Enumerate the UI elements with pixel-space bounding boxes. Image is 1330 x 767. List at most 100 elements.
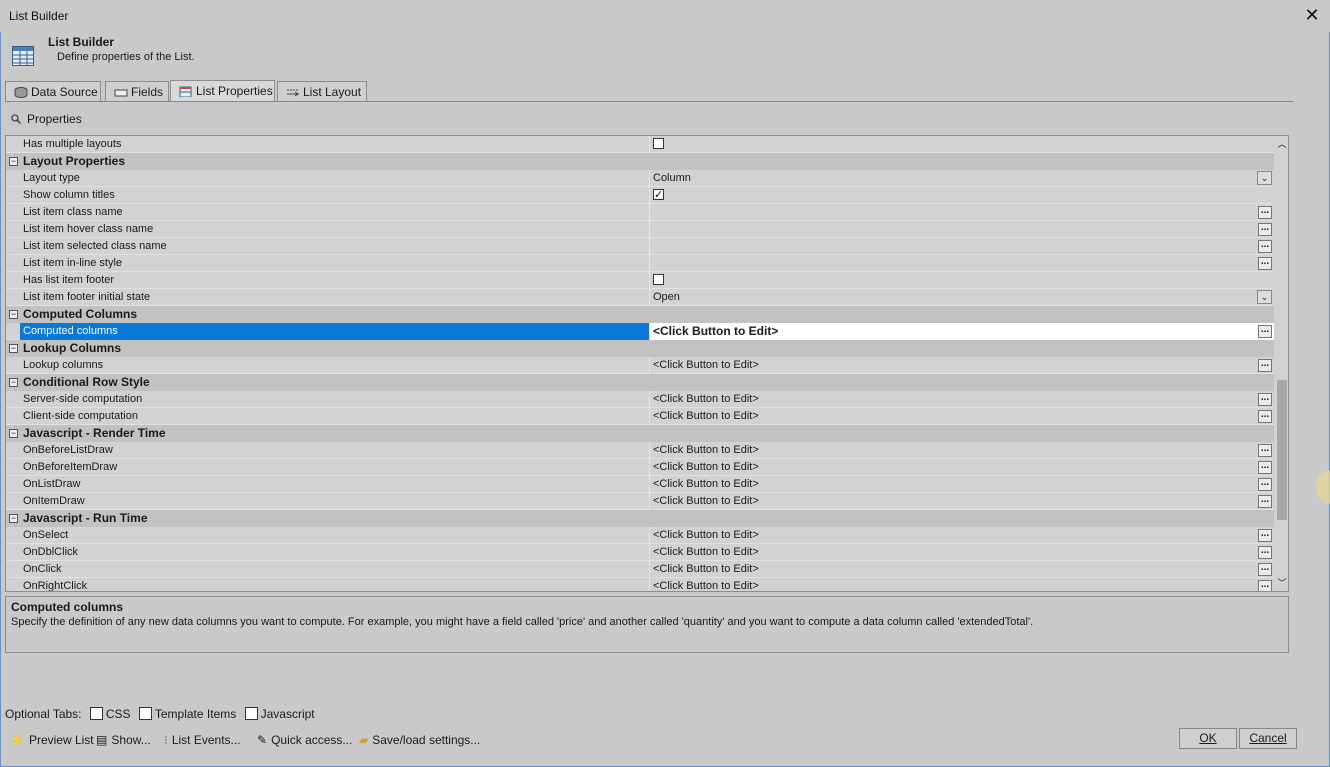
category-row[interactable]: − Conditional Row Style: [6, 374, 1274, 391]
cancel-button[interactable]: Cancel: [1239, 728, 1297, 749]
property-row[interactable]: Server-side computation <Click Button to …: [6, 391, 1274, 408]
property-row[interactable]: List item hover class name...: [6, 221, 1274, 238]
property-checkbox[interactable]: [653, 187, 664, 204]
property-value[interactable]: Column ⌄: [649, 170, 1274, 187]
list-events-button[interactable]: ⁝ List Events...: [164, 733, 241, 747]
property-value[interactable]: <Click Button to Edit>...: [649, 476, 1274, 493]
property-value[interactable]: [649, 187, 1274, 204]
tab-data-source[interactable]: Data Source: [5, 81, 101, 101]
ellipsis-button[interactable]: ...: [1258, 444, 1272, 457]
property-row[interactable]: OnListDraw <Click Button to Edit>...: [6, 476, 1274, 493]
property-value[interactable]: ...: [649, 255, 1274, 272]
collapse-icon[interactable]: −: [9, 157, 18, 166]
collapse-icon[interactable]: −: [9, 344, 18, 353]
property-value[interactable]: ...: [649, 238, 1274, 255]
property-row[interactable]: List item in-line style...: [6, 255, 1274, 272]
property-row[interactable]: OnSelect <Click Button to Edit>...: [6, 527, 1274, 544]
property-row[interactable]: Show column titles: [6, 187, 1274, 204]
property-row[interactable]: OnClick <Click Button to Edit>...: [6, 561, 1274, 578]
quick-access-button[interactable]: ✎ Quick access...: [257, 733, 352, 747]
property-value[interactable]: <Click Button to Edit>...: [649, 357, 1274, 374]
category-row[interactable]: − Lookup Columns: [6, 340, 1274, 357]
category-row[interactable]: − Layout Properties: [6, 153, 1274, 170]
ellipsis-button[interactable]: ...: [1258, 257, 1272, 270]
collapse-icon[interactable]: −: [9, 514, 18, 523]
chevron-down-icon[interactable]: ﹀: [1275, 576, 1288, 590]
property-row[interactable]: OnRightClick <Click Button to Edit>...: [6, 578, 1274, 591]
property-row[interactable]: Has list item footer: [6, 272, 1274, 289]
property-value[interactable]: [649, 272, 1274, 289]
ellipsis-button[interactable]: ...: [1258, 206, 1272, 219]
tab-list-properties[interactable]: List Properties: [170, 80, 275, 102]
property-value[interactable]: <Click Button to Edit>...: [649, 442, 1274, 459]
property-value[interactable]: <Click Button to Edit>...: [649, 391, 1274, 408]
ellipsis-button[interactable]: ...: [1258, 325, 1272, 338]
property-row[interactable]: Client-side computation <Click Button to …: [6, 408, 1274, 425]
save-load-settings-button[interactable]: ▰ Save/load settings...: [359, 733, 480, 747]
property-row[interactable]: Layout type Column ⌄: [6, 170, 1274, 187]
property-value[interactable]: [649, 136, 1274, 153]
tab-fields[interactable]: Fields: [105, 81, 169, 101]
property-value[interactable]: <Click Button to Edit>...: [649, 408, 1274, 425]
property-checkbox[interactable]: [653, 274, 664, 285]
property-row[interactable]: OnBeforeItemDraw <Click Button to Edit>..…: [6, 459, 1274, 476]
property-value[interactable]: ...: [649, 221, 1274, 238]
chevron-down-icon[interactable]: ⌄: [1257, 290, 1272, 304]
tab-label: List Properties: [196, 84, 273, 98]
show-button[interactable]: ▤ Show...: [96, 733, 151, 747]
property-row[interactable]: List item footer initial state Open ⌄: [6, 289, 1274, 306]
property-row[interactable]: OnDblClick <Click Button to Edit>...: [6, 544, 1274, 561]
property-value[interactable]: ...: [649, 204, 1274, 221]
javascript-checkbox[interactable]: [244, 707, 258, 720]
template-items-checkbox[interactable]: [138, 707, 152, 720]
chevron-down-icon[interactable]: ⌄: [1257, 171, 1272, 185]
ellipsis-button[interactable]: ...: [1258, 546, 1272, 559]
tab-list-layout[interactable]: List Layout: [277, 81, 367, 101]
close-icon[interactable]: ✕: [1300, 4, 1324, 26]
tab-label: List Layout: [303, 85, 362, 99]
property-value[interactable]: <Click Button to Edit>...: [649, 323, 1274, 340]
ellipsis-button[interactable]: ...: [1258, 478, 1272, 491]
ellipsis-button[interactable]: ...: [1258, 563, 1272, 576]
ok-button[interactable]: OK: [1179, 728, 1237, 749]
property-value[interactable]: <Click Button to Edit>...: [649, 527, 1274, 544]
collapse-icon[interactable]: −: [9, 310, 18, 319]
ellipsis-button[interactable]: ...: [1258, 240, 1272, 253]
property-checkbox[interactable]: [653, 138, 664, 149]
property-row[interactable]: Has multiple layouts: [6, 136, 1274, 153]
property-row[interactable]: OnBeforeListDraw <Click Button to Edit>..…: [6, 442, 1274, 459]
property-value[interactable]: <Click Button to Edit>...: [649, 578, 1274, 591]
chevron-up-icon[interactable]: ︿: [1275, 137, 1288, 151]
ellipsis-button[interactable]: ...: [1258, 529, 1272, 542]
ellipsis-button[interactable]: ...: [1258, 223, 1272, 236]
css-checkbox[interactable]: [89, 707, 103, 720]
ellipsis-button[interactable]: ...: [1258, 359, 1272, 372]
cancel-label: Cancel: [1249, 731, 1287, 745]
property-row[interactable]: List item class name...: [6, 204, 1274, 221]
property-value[interactable]: <Click Button to Edit>...: [649, 544, 1274, 561]
ellipsis-button[interactable]: ...: [1258, 461, 1272, 474]
grid-scrollbar[interactable]: ︿ ﹀: [1275, 136, 1288, 591]
property-value[interactable]: Open ⌄: [649, 289, 1274, 306]
scroll-thumb[interactable]: [1277, 380, 1287, 520]
category-row[interactable]: − Javascript - Run Time: [6, 510, 1274, 527]
property-name: OnBeforeListDraw: [23, 444, 113, 456]
property-name: OnClick: [23, 563, 62, 575]
property-row[interactable]: OnItemDraw <Click Button to Edit>...: [6, 493, 1274, 510]
property-row[interactable]: List item selected class name...: [6, 238, 1274, 255]
ellipsis-button[interactable]: ...: [1258, 580, 1272, 591]
property-value[interactable]: <Click Button to Edit>...: [649, 561, 1274, 578]
ellipsis-button[interactable]: ...: [1258, 495, 1272, 508]
category-row[interactable]: − Computed Columns: [6, 306, 1274, 323]
collapse-icon[interactable]: −: [9, 429, 18, 438]
property-row[interactable]: Computed columns <Click Button to Edit>..…: [6, 323, 1274, 340]
ellipsis-button[interactable]: ...: [1258, 393, 1272, 406]
window-title: List Builder: [9, 9, 69, 23]
property-value[interactable]: <Click Button to Edit>...: [649, 493, 1274, 510]
property-row[interactable]: Lookup columns <Click Button to Edit>...: [6, 357, 1274, 374]
property-value[interactable]: <Click Button to Edit>...: [649, 459, 1274, 476]
category-row[interactable]: − Javascript - Render Time: [6, 425, 1274, 442]
preview-list-button[interactable]: ⚡ Preview List: [10, 733, 94, 747]
ellipsis-button[interactable]: ...: [1258, 410, 1272, 423]
collapse-icon[interactable]: −: [9, 378, 18, 387]
